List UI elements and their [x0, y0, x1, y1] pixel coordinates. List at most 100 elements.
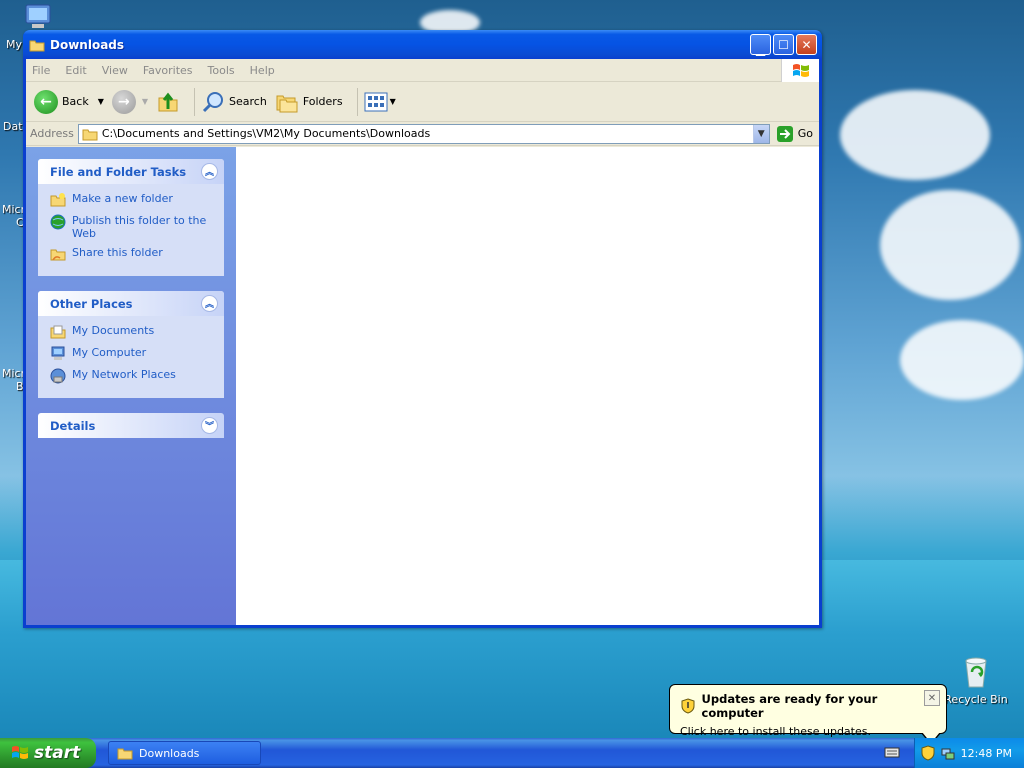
- forward-dropdown-icon[interactable]: ▼: [142, 97, 148, 106]
- minimize-icon: ▁: [755, 41, 766, 56]
- expand-button[interactable]: ︾: [201, 417, 218, 434]
- address-bar: Address C:\Documents and Settings\VM2\My…: [26, 122, 819, 146]
- windows-logo: [781, 59, 819, 82]
- toolbar-separator: [194, 87, 196, 116]
- window-title: Downloads: [50, 37, 125, 52]
- share-folder-icon: [50, 249, 66, 261]
- chevron-up-icon: ︽: [204, 168, 214, 178]
- task-make-new-folder[interactable]: Make a new folder: [50, 192, 218, 208]
- file-folder-tasks-panel: File and Folder Tasks ︽ Make a new folde…: [38, 159, 224, 276]
- task-publish-web[interactable]: Publish this folder to the Web: [50, 214, 218, 240]
- balloon-text: Click here to install these updates.: [680, 725, 871, 738]
- go-arrow-icon: [776, 125, 793, 142]
- task-label: Share this folder: [72, 246, 163, 259]
- address-dropdown-button[interactable]: ▼: [752, 124, 769, 143]
- desktop-icon-my-computer[interactable]: [22, 3, 54, 31]
- taskbar-item-downloads[interactable]: Downloads: [108, 741, 261, 765]
- details-header[interactable]: Details ︾: [38, 413, 224, 438]
- network-tray-icon[interactable]: [941, 746, 955, 760]
- cloud: [840, 90, 990, 180]
- other-places-panel: Other Places ︽ My Documents My Computer: [38, 291, 224, 398]
- file-list-area[interactable]: [236, 147, 819, 625]
- address-path: C:\Documents and Settings\VM2\My Documen…: [101, 127, 431, 140]
- panel-title: Other Places: [50, 296, 133, 311]
- views-icon: [364, 92, 388, 111]
- desktop-label[interactable]: Micr: [2, 203, 25, 216]
- place-label: My Documents: [72, 324, 155, 337]
- back-arrow-icon: ←: [34, 89, 58, 114]
- desktop-label[interactable]: Dat: [3, 120, 23, 133]
- chevron-down-icon: ︾: [204, 422, 214, 432]
- search-button[interactable]: Search: [201, 90, 267, 114]
- other-places-header[interactable]: Other Places ︽: [38, 291, 224, 316]
- forward-button[interactable]: → ▼: [111, 89, 148, 114]
- search-label: Search: [229, 95, 267, 108]
- cloud: [880, 190, 1020, 300]
- recycle-bin-label: Recycle Bin: [944, 693, 1008, 706]
- security-shield-tray-icon[interactable]: [921, 745, 935, 761]
- panel-title: Details: [50, 418, 96, 433]
- minimize-button[interactable]: ▁: [750, 34, 771, 56]
- new-folder-icon: [50, 193, 66, 207]
- panel-title: File and Folder Tasks: [50, 164, 187, 179]
- clock[interactable]: 12:48 PM: [961, 747, 1012, 760]
- menu-tools[interactable]: Tools: [208, 64, 235, 77]
- views-dropdown-icon: ▼: [389, 97, 396, 106]
- menu-view[interactable]: View: [102, 64, 128, 77]
- windows-flag-icon: [12, 746, 28, 759]
- desktop-label[interactable]: My: [6, 38, 22, 51]
- folder-icon: [82, 129, 98, 140]
- place-label: My Network Places: [72, 368, 176, 381]
- start-button[interactable]: start: [0, 738, 96, 768]
- back-button[interactable]: ← Back ▼: [34, 89, 104, 114]
- title-bar[interactable]: Downloads ▁ ☐ ✕: [23, 30, 822, 59]
- explorer-window: Downloads ▁ ☐ ✕ File Edit View Favorites…: [23, 30, 822, 628]
- task-pane: File and Folder Tasks ︽ Make a new folde…: [26, 147, 236, 625]
- file-folder-tasks-header[interactable]: File and Folder Tasks ︽: [38, 159, 224, 184]
- close-button[interactable]: ✕: [796, 34, 817, 55]
- views-button[interactable]: ▼: [364, 92, 396, 112]
- address-input[interactable]: C:\Documents and Settings\VM2\My Documen…: [77, 123, 770, 144]
- chevron-up-icon: ︽: [204, 300, 214, 310]
- windows-flag-icon: [792, 63, 809, 77]
- folders-button[interactable]: Folders: [275, 91, 343, 113]
- explorer-body: File and Folder Tasks ︽ Make a new folde…: [26, 147, 819, 625]
- task-share-folder[interactable]: Share this folder: [50, 246, 218, 262]
- forward-arrow-icon: →: [111, 89, 136, 114]
- desktop-label[interactable]: Micr: [2, 367, 25, 380]
- place-my-network-places[interactable]: My Network Places: [50, 368, 218, 384]
- desktop-icon-recycle-bin[interactable]: Recycle Bin: [944, 655, 1008, 711]
- folder-icon: [29, 40, 45, 51]
- close-icon: ✕: [801, 37, 812, 52]
- maximize-icon: ☐: [778, 37, 789, 52]
- address-label: Address: [30, 127, 74, 140]
- search-icon: [202, 91, 224, 112]
- start-label: start: [34, 743, 81, 763]
- my-documents-icon: [50, 325, 66, 339]
- recycle-bin-icon: [965, 657, 987, 688]
- balloon-title: Updates are ready for your computer: [701, 692, 878, 720]
- toolbar: ← Back ▼ → ▼ Search Folders ▼: [26, 82, 819, 122]
- collapse-button[interactable]: ︽: [201, 163, 218, 180]
- menu-favorites[interactable]: Favorites: [143, 64, 193, 77]
- taskbar-item-label: Downloads: [139, 746, 200, 760]
- maximize-button[interactable]: ☐: [773, 34, 794, 55]
- menu-file[interactable]: File: [32, 64, 50, 77]
- go-button[interactable]: Go: [776, 125, 813, 143]
- computer-icon: [25, 4, 51, 28]
- balloon-close-button[interactable]: ✕: [924, 690, 940, 706]
- menu-edit[interactable]: Edit: [65, 64, 86, 77]
- keyboard-icon: [884, 747, 900, 758]
- menu-help[interactable]: Help: [250, 64, 275, 77]
- update-balloon[interactable]: Updates are ready for your computer Clic…: [669, 684, 947, 738]
- taskbar: start Downloads 12:48 PM: [0, 738, 1024, 768]
- up-folder-button[interactable]: [156, 90, 180, 114]
- keyboard-tray-icon[interactable]: [884, 746, 900, 761]
- collapse-button[interactable]: ︽: [201, 295, 218, 312]
- back-label: Back: [62, 95, 89, 108]
- folders-label: Folders: [302, 95, 343, 108]
- place-my-computer[interactable]: My Computer: [50, 346, 218, 362]
- task-label: Make a new folder: [72, 192, 173, 205]
- place-my-documents[interactable]: My Documents: [50, 324, 218, 340]
- back-dropdown-icon[interactable]: ▼: [98, 97, 104, 106]
